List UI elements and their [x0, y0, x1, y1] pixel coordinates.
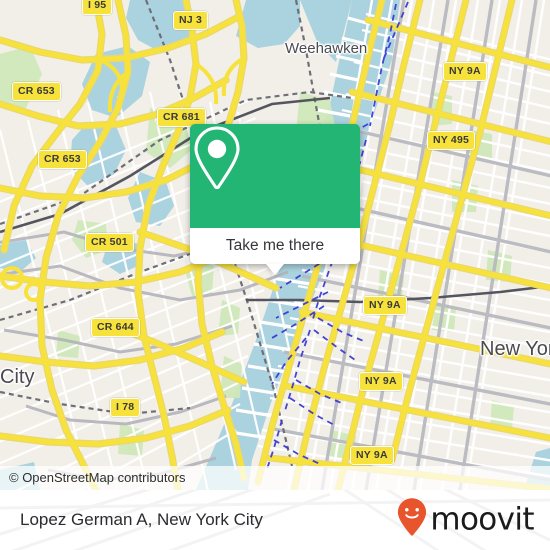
- map-canvas[interactable]: I 95 NJ 3 CR 653 CR 681 NY 9A NY 495 CR …: [0, 0, 550, 490]
- popup-pointer-tail: [266, 264, 284, 275]
- moovit-map-screenshot: I 95 NJ 3 CR 653 CR 681 NY 9A NY 495 CR …: [0, 0, 550, 550]
- location-title: Lopez German A, New York City: [20, 510, 263, 529]
- road-shield[interactable]: NY 9A: [359, 372, 403, 391]
- place-label-new-york: New York: [480, 338, 550, 360]
- take-me-there-button[interactable]: Take me there: [190, 228, 360, 275]
- footer-bar: Lopez German A, New York City moovit: [0, 490, 550, 550]
- road-shield[interactable]: CR 653: [12, 82, 61, 101]
- road-shield[interactable]: NY 495: [427, 131, 476, 150]
- road-shield[interactable]: CR 501: [85, 233, 134, 252]
- road-shield[interactable]: I 95: [82, 0, 113, 15]
- road-shield[interactable]: NY 9A: [350, 446, 394, 465]
- place-label-weehawken: Weehawken: [285, 40, 368, 57]
- location-popup-card[interactable]: Take me there: [190, 124, 360, 275]
- road-shield[interactable]: CR 644: [91, 318, 140, 337]
- road-shield[interactable]: NY 9A: [443, 62, 487, 81]
- place-label-jersey-city: City: [0, 366, 35, 388]
- road-shield[interactable]: CR 653: [38, 150, 87, 169]
- take-me-there-label: Take me there: [225, 237, 325, 254]
- moovit-logo[interactable]: moovit: [397, 498, 535, 543]
- moovit-wordmark: moovit: [430, 501, 534, 538]
- popup-card-header: [190, 124, 360, 228]
- moovit-smiley-pin-icon: [397, 498, 427, 543]
- osm-attribution[interactable]: © OpenStreetMap contributors: [9, 470, 186, 485]
- road-shield[interactable]: NY 9A: [363, 296, 407, 315]
- road-shield[interactable]: NJ 3: [173, 11, 208, 30]
- road-shield[interactable]: I 78: [110, 398, 141, 417]
